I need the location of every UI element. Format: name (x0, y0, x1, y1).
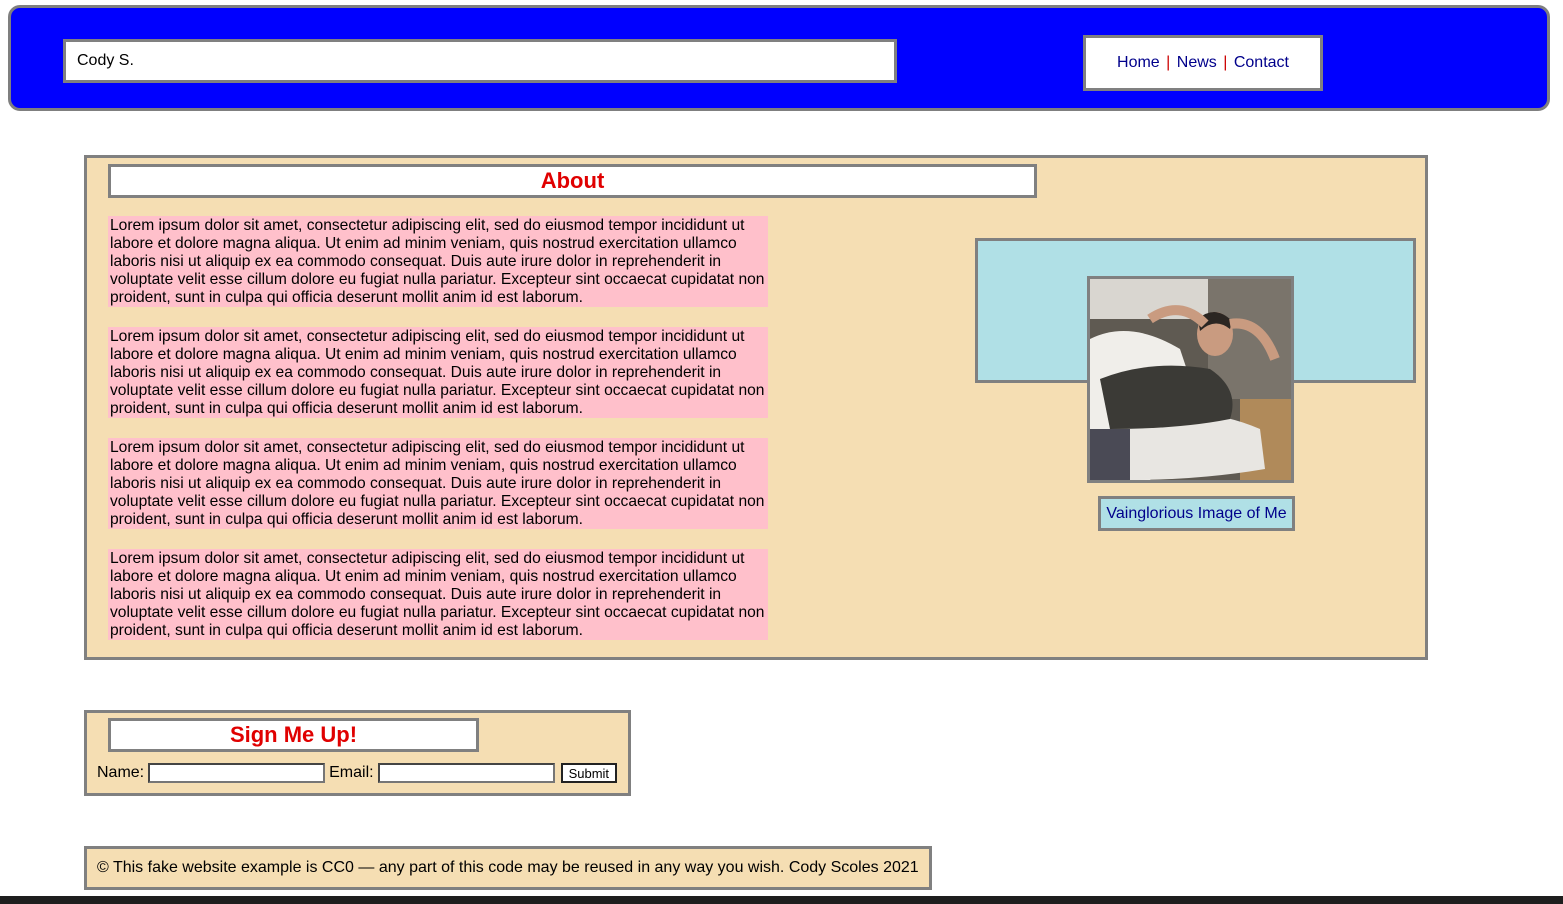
email-label: Email: (329, 764, 374, 781)
submit-button[interactable]: Submit (560, 763, 618, 783)
signup-form: Name: Email: Submit (97, 763, 618, 783)
nav-separator: | (1166, 54, 1171, 71)
site-footer: © This fake website example is CC0 — any… (84, 846, 932, 890)
nav-link-home[interactable]: Home (1117, 54, 1160, 71)
about-paragraph: Lorem ipsum dolor sit amet, consectetur … (108, 327, 768, 418)
about-paragraphs: Lorem ipsum dolor sit amet, consectetur … (108, 216, 768, 660)
image-caption: Vainglorious Image of Me (1098, 496, 1295, 531)
main-nav: Home | News | Contact (1083, 35, 1323, 91)
signup-heading: Sign Me Up! (108, 718, 479, 752)
about-paragraph: Lorem ipsum dolor sit amet, consectetur … (108, 438, 768, 529)
footer-text: © This fake website example is CC0 — any… (97, 859, 919, 876)
about-heading: About (108, 164, 1037, 198)
profile-photo (1087, 276, 1294, 483)
about-section: About Lorem ipsum dolor sit amet, consec… (84, 155, 1428, 660)
email-input[interactable] (377, 763, 555, 783)
nav-link-contact[interactable]: Contact (1234, 54, 1289, 71)
bottom-taskbar-strip (0, 896, 1563, 904)
name-input[interactable] (148, 763, 326, 783)
nav-separator: | (1223, 54, 1228, 71)
name-label: Name: (97, 764, 145, 781)
signup-section: Sign Me Up! Name: Email: Submit (84, 710, 631, 796)
about-paragraph: Lorem ipsum dolor sit amet, consectetur … (108, 216, 768, 307)
profile-photo-illustration (1090, 279, 1291, 480)
about-paragraph: Lorem ipsum dolor sit amet, consectetur … (108, 549, 768, 640)
site-header: Cody S. Home | News | Contact (8, 5, 1550, 111)
site-name: Cody S. (63, 39, 897, 83)
nav-link-news[interactable]: News (1177, 54, 1217, 71)
